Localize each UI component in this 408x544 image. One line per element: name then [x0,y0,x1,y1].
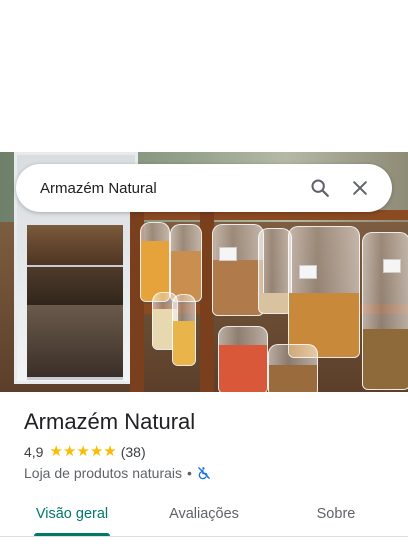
photo-jar [172,294,196,366]
photo-jar [268,344,318,392]
place-category: Loja de produtos naturais [24,465,182,481]
star-icon: ★ [76,443,90,460]
search-icon [311,179,329,197]
photo-jar [288,226,360,358]
fridge-shelf [27,267,123,310]
search-input[interactable]: Armazém Natural [40,180,300,197]
clear-search-button[interactable] [340,168,380,208]
star-icon: ★ [103,443,117,460]
star-icon: ★ [62,443,77,460]
photo-jar [170,224,202,302]
tab-reviews[interactable]: Avaliações [152,492,256,536]
photo-jar [212,224,264,316]
category-row: Loja de produtos naturais • [24,465,211,481]
separator: • [187,465,192,481]
rating-stars: ★ ★ ★ ★ ★ [49,444,116,460]
tabs-divider [0,536,408,537]
close-icon [353,181,367,195]
review-count[interactable]: (38) [121,444,146,460]
photo-jar [362,232,408,390]
rating-value: 4,9 [24,444,44,460]
fridge-shelf [27,225,123,268]
rating-row[interactable]: 4,9 ★ ★ ★ ★ ★ (38) [24,444,146,461]
place-tabs: Visão geral Avaliações Sobre [0,492,408,536]
search-button[interactable] [300,168,340,208]
search-bar[interactable]: Armazém Natural [16,164,392,212]
star-icon: ★ [89,443,104,460]
wheelchair-not-accessible-icon [198,467,210,480]
photo-jar [218,326,268,392]
fridge-shelf [27,305,123,380]
place-title: Armazém Natural [24,409,196,434]
star-icon: ★ [49,443,63,460]
tab-overview[interactable]: Visão geral [20,492,124,536]
photo-jar [258,228,292,314]
map-blank-area [0,0,408,152]
tab-about[interactable]: Sobre [284,492,388,536]
photo-jar [140,222,170,302]
